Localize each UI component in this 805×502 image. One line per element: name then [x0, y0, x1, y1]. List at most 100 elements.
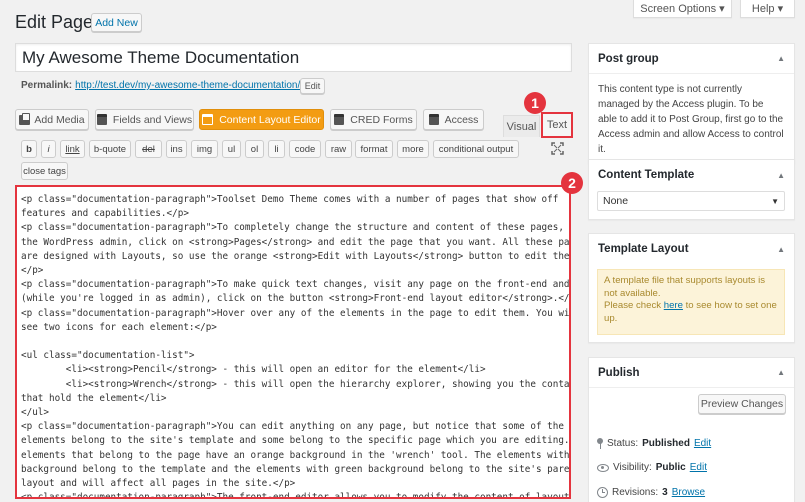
code-line: <p class="documentation-paragraph">The f… — [21, 492, 571, 499]
code-line: </p> — [21, 265, 44, 277]
quicktag-b[interactable]: b — [21, 140, 37, 158]
collapse-caret-icon[interactable]: ▲ — [777, 54, 785, 63]
status-edit-link[interactable]: Edit — [694, 438, 711, 449]
quicktag-del[interactable]: del — [135, 140, 162, 158]
revisions-browse-link[interactable]: Browse — [672, 487, 705, 498]
notice-pre: Please check — [604, 300, 664, 311]
code-line: the WordPress admin, click on <strong>Pa… — [21, 236, 571, 248]
tab-text[interactable]: Text — [541, 112, 573, 138]
notice-line-1: A template file that supports layouts is… — [604, 275, 766, 299]
permalink-edit-button[interactable]: Edit — [300, 78, 325, 94]
tab-visual[interactable]: Visual — [503, 115, 540, 137]
quicktag-i[interactable]: i — [41, 140, 56, 158]
post-group-title: Post group — [598, 52, 659, 65]
code-lines: <p class="documentation-paragraph">Tools… — [21, 193, 571, 499]
code-line: </ul> — [21, 407, 49, 419]
permalink-url[interactable]: http://test.dev/my-awesome-theme-documen… — [75, 80, 300, 91]
fields-views-button[interactable]: Fields and Views — [95, 109, 194, 130]
quicktag-close-tags[interactable]: close tags — [21, 162, 68, 180]
quicktag-more[interactable]: more — [397, 140, 429, 158]
content-template-title: Content Template — [598, 169, 695, 181]
revisions-label: Revisions: — [612, 487, 659, 498]
cred-forms-button[interactable]: CRED Forms — [330, 109, 417, 130]
code-line: layout and will affect all pages in the … — [21, 478, 296, 490]
quicktag-conditional-output[interactable]: conditional output — [433, 140, 519, 158]
content-template-box: Content Template ▲ None ▼ — [588, 159, 795, 220]
revisions-clock-icon — [597, 487, 608, 498]
code-line: features and capabilities.</p> — [21, 208, 189, 220]
media-icon — [19, 112, 31, 125]
code-line: <p class="documentation-paragraph">Hover… — [21, 307, 571, 319]
visibility-label: Visibility: — [613, 462, 652, 473]
content-template-select[interactable]: None ▼ — [597, 191, 785, 211]
visibility-edit-link[interactable]: Edit — [690, 462, 707, 473]
code-line: are designed with Layouts, so use the or… — [21, 250, 571, 262]
cred-forms-label: CRED Forms — [350, 113, 413, 126]
content-layout-editor-label: Content Layout Editor — [219, 113, 321, 126]
quicktag-li[interactable]: li — [268, 140, 285, 158]
template-layout-title: Template Layout — [598, 243, 689, 255]
publish-header[interactable]: Publish ▲ — [589, 358, 794, 388]
code-line: <ul class="documentation-list"> — [21, 350, 195, 362]
quicktag-code[interactable]: code — [289, 140, 321, 158]
quicktag-format[interactable]: format — [355, 140, 393, 158]
fullscreen-expand-icon[interactable] — [551, 142, 564, 155]
add-media-button[interactable]: Add Media — [15, 109, 89, 130]
permalink-label: Permalink: — [21, 80, 73, 91]
quicktag-ol[interactable]: ol — [245, 140, 264, 158]
code-line: <p class="documentation-paragraph">To ma… — [21, 279, 570, 291]
access-button[interactable]: Access — [423, 109, 484, 130]
post-group-text: This content type is not currently manag… — [598, 84, 784, 155]
quicktag-raw[interactable]: raw — [325, 140, 352, 158]
calendar-grid-icon — [202, 114, 214, 125]
preview-changes-button[interactable]: Preview Changes — [698, 394, 786, 414]
publish-title: Publish — [598, 366, 640, 379]
quicktag-img[interactable]: img — [191, 140, 218, 158]
revisions-value: 3 — [662, 487, 668, 498]
collapse-caret-icon[interactable]: ▲ — [777, 171, 785, 180]
visibility-row: Visibility: Public Edit — [597, 462, 707, 473]
help-button[interactable]: Help ▾ — [740, 0, 795, 18]
status-label: Status: — [607, 438, 639, 449]
quicktag-link[interactable]: link — [60, 140, 85, 158]
content-template-header[interactable]: Content Template ▲ — [589, 160, 794, 190]
template-layout-box: Template Layout ▲ A template file that s… — [588, 233, 795, 343]
code-line: <p class="documentation-paragraph">To co… — [21, 222, 571, 234]
editor-textarea[interactable]: <p class="documentation-paragraph">Tools… — [15, 185, 571, 499]
permalink-row: Permalink: http://test.dev/my-awesome-th… — [21, 80, 300, 91]
quicktag-ul[interactable]: ul — [222, 140, 241, 158]
fields-views-icon — [96, 114, 107, 125]
code-line: <p class="documentation-paragraph">You c… — [21, 421, 564, 433]
collapse-caret-icon[interactable]: ▲ — [777, 368, 785, 377]
page-title: Edit Page — [15, 12, 94, 32]
status-value: Published — [642, 438, 690, 449]
collapse-caret-icon[interactable]: ▲ — [777, 245, 785, 254]
notice-line-2: Please check here to see how to set one … — [604, 300, 778, 325]
fields-views-label: Fields and Views — [112, 113, 193, 126]
code-line: <li><strong>Wrench</strong> - this will … — [21, 378, 571, 390]
post-group-header[interactable]: Post group ▲ — [589, 44, 794, 74]
add-media-label: Add Media — [34, 113, 85, 126]
code-line: background belong to the template and th… — [21, 463, 571, 475]
visibility-value: Public — [655, 462, 686, 473]
screen-options-button[interactable]: Screen Options ▾ — [633, 0, 732, 18]
publish-box: Publish ▲ Preview Changes Status: Publis… — [588, 357, 795, 502]
post-title-text: My Awesome Theme Documentation — [22, 48, 300, 67]
code-line: elements that belong to the page have an… — [21, 449, 571, 461]
content-layout-editor-button[interactable]: Content Layout Editor — [199, 109, 324, 130]
quicktag-b-quote[interactable]: b-quote — [89, 140, 131, 158]
notice-here-link[interactable]: here — [664, 300, 683, 311]
add-new-button[interactable]: Add New — [91, 13, 142, 32]
access-icon — [428, 114, 439, 125]
chevron-down-icon: ▼ — [771, 196, 779, 206]
code-line: see two icons for each element:</p> — [21, 321, 217, 333]
template-layout-header[interactable]: Template Layout ▲ — [589, 234, 794, 264]
post-group-box: Post group ▲ This content type is not cu… — [588, 43, 795, 163]
quicktag-ins[interactable]: ins — [166, 140, 187, 158]
template-layout-notice: A template file that supports layouts is… — [597, 269, 785, 335]
eye-icon — [597, 463, 609, 472]
post-title-input[interactable]: My Awesome Theme Documentation — [15, 43, 572, 72]
content-template-selected: None — [603, 195, 629, 207]
cred-forms-icon — [334, 114, 345, 125]
